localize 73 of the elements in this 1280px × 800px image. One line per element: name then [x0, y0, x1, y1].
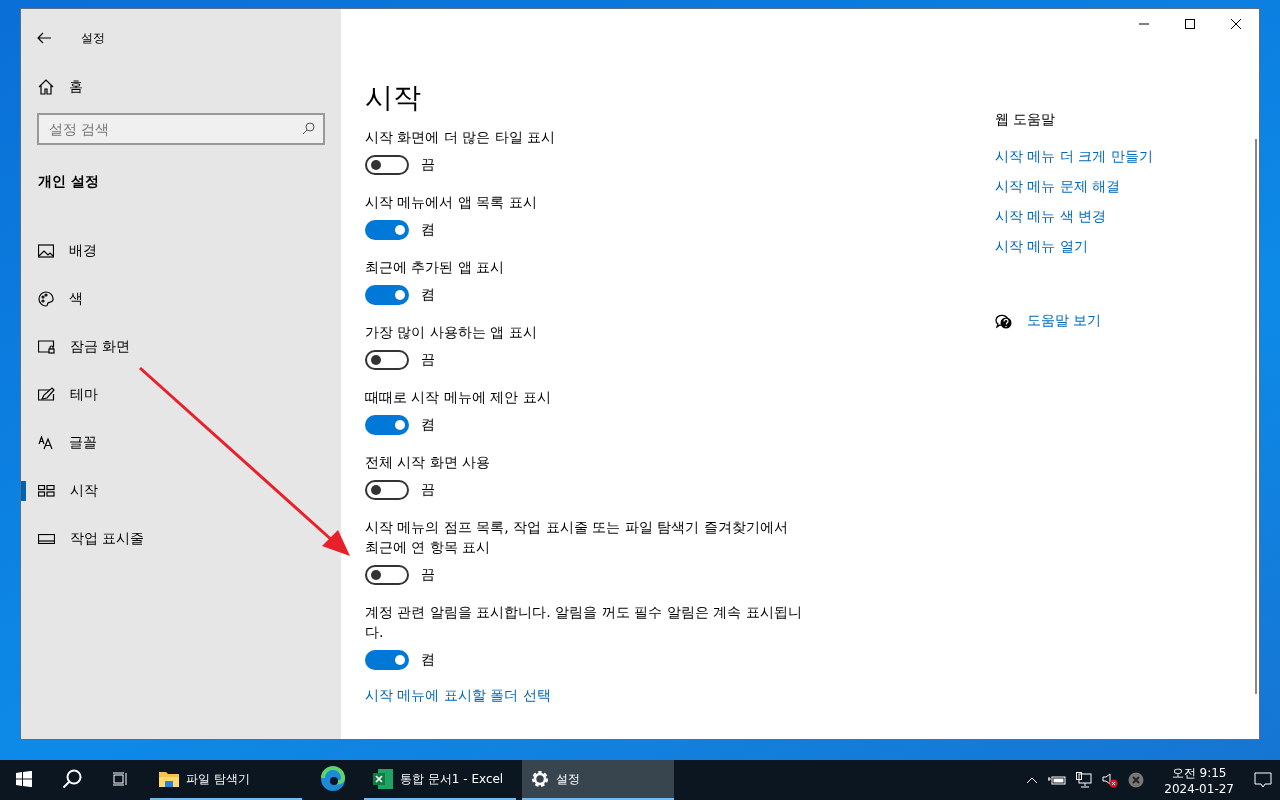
get-help-link[interactable]: 도움말 보기 [1027, 312, 1102, 330]
sidebar-item[interactable]: 시작 [21, 467, 341, 515]
taskbar-app-button[interactable]: 통합 문서1 - Excel [364, 760, 516, 800]
battery-icon[interactable] [1048, 774, 1067, 786]
folder-icon [158, 769, 180, 789]
setting-label: 전체 시작 화면 사용 [365, 453, 492, 472]
toggle-switch[interactable] [365, 155, 409, 175]
theme-icon [38, 387, 55, 403]
toggle-switch[interactable] [365, 220, 409, 240]
toggle-switch[interactable] [365, 350, 409, 370]
lock-screen-icon [38, 340, 55, 354]
toggle-switch[interactable] [365, 480, 409, 500]
notification-icon[interactable] [1254, 772, 1272, 788]
window-title: 설정 [81, 29, 105, 47]
toggle-switch[interactable] [365, 650, 409, 670]
setting-label: 시작 화면에 더 많은 타일 표시 [365, 128, 557, 147]
back-arrow-icon[interactable] [37, 32, 51, 44]
maximize-icon [1185, 19, 1195, 29]
help-link[interactable]: 시작 메뉴 색 변경 [995, 208, 1235, 226]
search-field[interactable]: 설정 검색 [37, 113, 325, 145]
sidebar-item[interactable]: 배경 [21, 227, 341, 275]
toggle-state: 켬 [421, 221, 435, 239]
task-view-icon [112, 772, 128, 786]
sidebar-item[interactable]: 테마 [21, 371, 341, 419]
search-icon [62, 769, 82, 789]
help-heading: 웹 도움말 [995, 111, 1057, 129]
setting-label: 시작 메뉴에서 앱 목록 표시 [365, 193, 538, 212]
clock[interactable]: 오전 9:15 2024-01-27 [1154, 764, 1244, 796]
taskbar-app-button[interactable]: 설정 [522, 760, 674, 800]
taskbar-icon [38, 534, 55, 544]
section-heading: 개인 설정 [38, 173, 100, 191]
sidebar-item[interactable]: 색 [21, 275, 341, 323]
toggle-switch[interactable] [365, 285, 409, 305]
spreadsheet-icon [372, 768, 394, 790]
network-icon[interactable] [1076, 772, 1093, 788]
toggle-switch[interactable] [365, 415, 409, 435]
setting-label: 최근에 추가된 앱 표시 [365, 258, 506, 277]
setting-label: 가장 많이 사용하는 앱 표시 [365, 323, 538, 342]
close-icon [1231, 19, 1241, 29]
help-chat-icon [995, 312, 1013, 330]
speaker-muted-icon[interactable] [1102, 772, 1119, 788]
toggle-state: 끔 [421, 351, 435, 369]
toggle-state: 끔 [421, 566, 435, 584]
toggle-state: 끔 [421, 156, 435, 174]
setting-label: 계정 관련 알림을 표시합니다. 알림을 꺼도 필수 알림은 계속 표시됩니다. [365, 603, 803, 642]
sidebar-item[interactable]: 글꼴 [21, 419, 341, 467]
help-link[interactable]: 시작 메뉴 더 크게 만들기 [995, 148, 1235, 166]
image-icon [38, 244, 54, 258]
setting-label: 시작 메뉴의 점프 목록, 작업 표시줄 또는 파일 탐색기 즐겨찾기에서 최근에 연 항목 표시 [365, 518, 789, 557]
folder-link[interactable]: 시작 메뉴에 표시할 폴더 선택 [365, 687, 805, 705]
windows-logo-icon [16, 771, 32, 787]
search-icon [302, 122, 315, 135]
help-link[interactable]: 시작 메뉴 열기 [995, 238, 1235, 256]
page-title: 시작 [365, 80, 422, 116]
palette-icon [38, 291, 54, 307]
help-link[interactable]: 시작 메뉴 문제 해결 [995, 178, 1235, 196]
home-nav-item[interactable]: 홈 [21, 67, 341, 107]
toggle-state: 켬 [421, 416, 435, 434]
setting-label: 때때로 시작 메뉴에 제안 표시 [365, 388, 552, 407]
toggle-state: 켬 [421, 286, 435, 304]
toggle-state: 끔 [421, 481, 435, 499]
taskbar-app-button[interactable]: 파일 탐색기 [150, 760, 302, 800]
error-circle-icon[interactable] [1128, 772, 1145, 788]
start-tiles-icon [38, 485, 55, 497]
sidebar-item[interactable]: 잠금 화면 [21, 323, 341, 371]
scrollbar[interactable] [1255, 139, 1257, 694]
home-icon [38, 79, 54, 95]
edge-icon [320, 766, 346, 792]
font-icon [38, 436, 54, 450]
gear-icon [530, 769, 550, 789]
chevron-up-icon[interactable] [1026, 776, 1039, 784]
toggle-switch[interactable] [365, 565, 409, 585]
toggle-state: 켬 [421, 651, 435, 669]
